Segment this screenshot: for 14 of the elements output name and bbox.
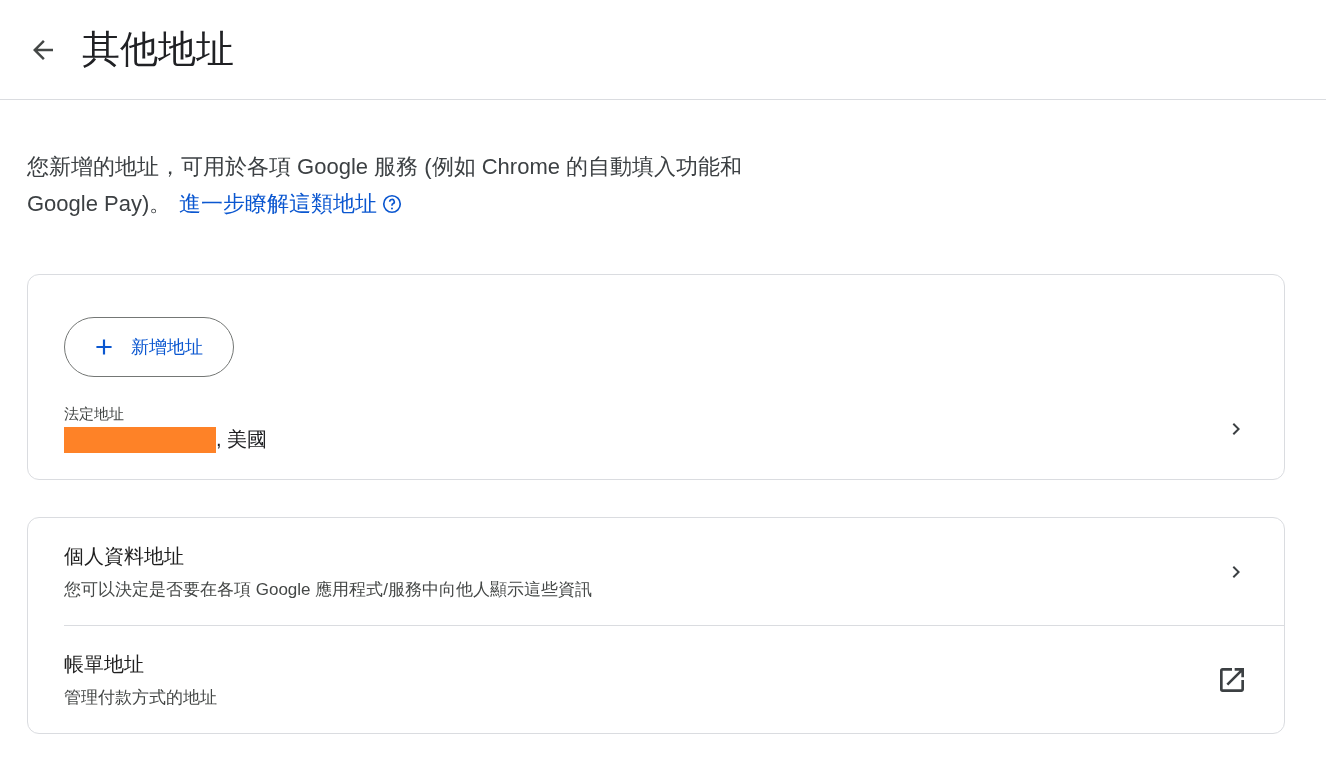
- link-subtitle: 管理付款方式的地址: [64, 686, 218, 709]
- link-title: 個人資料地址: [64, 543, 185, 569]
- link-title: 帳單地址: [64, 651, 145, 677]
- link-subtitle: 您可以決定是否要在各項 Google 應用程式/服務中向他人顯示這些資訊: [64, 578, 593, 601]
- help-icon: [381, 192, 404, 215]
- add-address-button[interactable]: 新增地址: [64, 317, 234, 377]
- address-link-row[interactable]: 個人資料地址 您可以決定是否要在各項 Google 應用程式/服務中向他人顯示這些資訊: [28, 518, 1284, 625]
- page-title: 其他地址: [82, 27, 234, 72]
- legal-address-label: 法定地址: [64, 405, 125, 424]
- address-value: , 美國: [216, 427, 268, 452]
- legal-address-row[interactable]: 法定地址 , 美國: [64, 405, 1248, 453]
- intro-text: 您新增的地址，可用於各項 Google 服務 (例如 Chrome 的自動填入功能和 Google Pay)。 進一步瞭解這類地址: [27, 148, 797, 222]
- address-link-row[interactable]: 帳單地址 管理付款方式的地址: [64, 625, 1284, 733]
- learn-more-link[interactable]: 進一步瞭解這類地址: [179, 185, 404, 222]
